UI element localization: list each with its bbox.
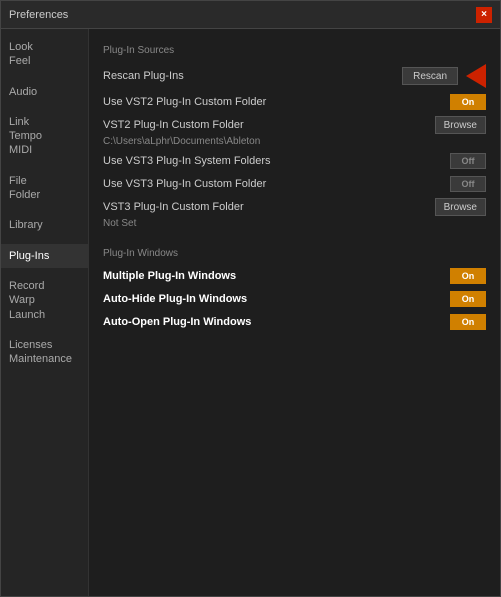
- vst2-browse-button[interactable]: Browse: [435, 116, 486, 134]
- auto-open-row: Auto-Open Plug-In Windows On: [103, 313, 486, 331]
- rescan-button[interactable]: Rescan: [402, 67, 458, 85]
- use-vst3-system-label: Use VST3 Plug-In System Folders: [103, 155, 450, 167]
- use-vst3-system-toggle[interactable]: Off: [450, 153, 486, 169]
- use-vst3-custom-label: Use VST3 Plug-In Custom Folder: [103, 178, 450, 190]
- rescan-row: Rescan Plug-Ins Rescan: [103, 64, 486, 88]
- sidebar-item-library[interactable]: Library: [1, 213, 88, 237]
- multiple-windows-row: Multiple Plug-In Windows On: [103, 267, 486, 285]
- auto-hide-label: Auto-Hide Plug-In Windows: [103, 293, 450, 305]
- auto-open-label: Auto-Open Plug-In Windows: [103, 316, 450, 328]
- use-vst3-system-row: Use VST3 Plug-In System Folders Off: [103, 152, 486, 170]
- sidebar-item-file[interactable]: File Folder: [1, 169, 88, 208]
- arrow-indicator: [466, 64, 486, 88]
- sidebar-item-record[interactable]: Record Warp Launch: [1, 274, 88, 327]
- vst3-folder-row: VST3 Plug-In Custom Folder Browse: [103, 198, 486, 216]
- multiple-windows-toggle[interactable]: On: [450, 268, 486, 284]
- window-title: Preferences: [9, 9, 68, 21]
- use-vst2-custom-toggle[interactable]: On: [450, 94, 486, 110]
- content-area: Look Feel Audio Link Tempo MIDI File Fol…: [1, 29, 500, 596]
- plugin-windows-title: Plug-In Windows: [103, 248, 486, 259]
- use-vst3-custom-row: Use VST3 Plug-In Custom Folder Off: [103, 175, 486, 193]
- multiple-windows-label: Multiple Plug-In Windows: [103, 270, 450, 282]
- vst2-folder-label: VST2 Plug-In Custom Folder: [103, 119, 435, 131]
- sidebar-item-licenses[interactable]: Licenses Maintenance: [1, 333, 88, 372]
- title-bar: Preferences ×: [1, 1, 500, 29]
- use-vst2-custom-label: Use VST2 Plug-In Custom Folder: [103, 96, 450, 108]
- auto-open-toggle[interactable]: On: [450, 314, 486, 330]
- auto-hide-row: Auto-Hide Plug-In Windows On: [103, 290, 486, 308]
- vst3-folder-value: Not Set: [103, 218, 486, 229]
- plugin-sources-title: Plug-In Sources: [103, 45, 486, 56]
- sidebar-item-plugins[interactable]: Plug-Ins: [1, 244, 88, 268]
- vst3-folder-label: VST3 Plug-In Custom Folder: [103, 201, 435, 213]
- vst2-folder-row: VST2 Plug-In Custom Folder Browse: [103, 116, 486, 134]
- vst2-folder-value: C:\Users\aLphr\Documents\Ableton: [103, 136, 486, 147]
- use-vst2-custom-row: Use VST2 Plug-In Custom Folder On: [103, 93, 486, 111]
- sidebar-item-look[interactable]: Look Feel: [1, 35, 88, 74]
- rescan-controls: Rescan: [402, 64, 486, 88]
- close-button[interactable]: ×: [476, 7, 492, 23]
- rescan-label: Rescan Plug-Ins: [103, 70, 402, 82]
- sidebar: Look Feel Audio Link Tempo MIDI File Fol…: [1, 29, 89, 596]
- auto-hide-toggle[interactable]: On: [450, 291, 486, 307]
- main-content: Plug-In Sources Rescan Plug-Ins Rescan U…: [89, 29, 500, 596]
- use-vst3-custom-toggle[interactable]: Off: [450, 176, 486, 192]
- sidebar-item-link[interactable]: Link Tempo MIDI: [1, 110, 88, 163]
- vst3-browse-button[interactable]: Browse: [435, 198, 486, 216]
- sidebar-item-audio[interactable]: Audio: [1, 80, 88, 104]
- preferences-window: Preferences × Look Feel Audio Link Tempo…: [0, 0, 501, 597]
